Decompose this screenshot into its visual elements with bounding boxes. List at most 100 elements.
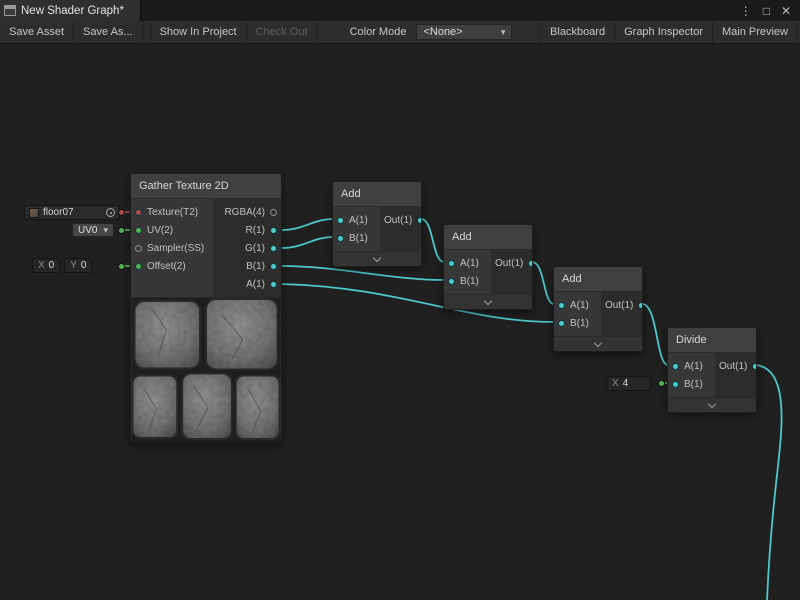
output-port-out[interactable] — [417, 217, 422, 224]
input-port-b[interactable] — [558, 320, 565, 327]
chevron-down-icon: ▾ — [103, 225, 108, 236]
chevron-down-icon — [708, 399, 716, 407]
node-collapse-control[interactable] — [333, 251, 421, 266]
node-title: Add — [554, 267, 642, 292]
node-title: Add — [333, 182, 421, 207]
port-label: B(1) — [460, 276, 479, 287]
wire-add2-to-add3 — [532, 262, 554, 304]
port-label: A(1) — [684, 361, 703, 372]
output-port-r[interactable] — [270, 227, 277, 234]
divide-b-x-field[interactable]: X 4 — [606, 376, 651, 391]
node-gather-texture-2d[interactable]: Gather Texture 2D Texture(T2) UV(2) Samp… — [130, 173, 282, 443]
port-label: B(1) — [349, 233, 368, 244]
input-port-a[interactable] — [672, 363, 679, 370]
node-add-2[interactable]: Add A(1) B(1) Out(1) — [443, 224, 533, 310]
port-label: Texture(T2) — [147, 207, 198, 218]
port-label: A(1) — [570, 300, 589, 311]
node-collapse-control[interactable] — [554, 336, 642, 351]
tab-title: New Shader Graph* — [21, 5, 124, 17]
chevron-down-icon — [594, 338, 602, 346]
port-label: Out(1) — [719, 361, 747, 372]
output-port-b[interactable] — [270, 263, 277, 270]
title-bar: New Shader Graph* ⋮ □ ✕ — [0, 0, 800, 21]
kebab-menu-icon[interactable]: ⋮ — [740, 4, 752, 18]
main-preview-toggle-button[interactable]: Main Preview — [712, 21, 798, 43]
wire-add3-to-divide — [642, 304, 668, 365]
toolbar: Save Asset Save As... Show In Project Ch… — [0, 21, 800, 44]
input-port-a[interactable] — [448, 260, 455, 267]
input-port-offset[interactable] — [135, 263, 142, 270]
port-label: R(1) — [246, 225, 265, 236]
wire-add1-to-add2 — [421, 219, 444, 262]
blackboard-toggle-button[interactable]: Blackboard — [540, 21, 614, 43]
tab-new-shader-graph[interactable]: New Shader Graph* — [0, 0, 141, 21]
color-mode-dropdown[interactable]: <None> ▾ — [416, 24, 512, 40]
wire-r-to-add1-a — [281, 219, 334, 230]
input-port-texture[interactable] — [135, 209, 142, 216]
maximize-icon[interactable]: □ — [763, 4, 770, 18]
port-label: RGBA(4) — [224, 207, 265, 218]
texture-object-field[interactable]: floor07 — [24, 205, 120, 220]
input-port-b[interactable] — [337, 235, 344, 242]
uv-channel-dropdown[interactable]: UV0 ▾ — [72, 223, 114, 237]
save-as-button[interactable]: Save As... — [74, 21, 143, 43]
object-picker-icon[interactable] — [106, 208, 115, 217]
port-label: G(1) — [245, 243, 265, 254]
close-icon[interactable]: ✕ — [781, 4, 791, 18]
port-label: A(1) — [246, 279, 265, 290]
input-port-a[interactable] — [337, 217, 344, 224]
input-port-uv[interactable] — [135, 227, 142, 234]
port-label: B(1) — [570, 318, 589, 329]
port-label: Out(1) — [384, 215, 412, 226]
port-label: A(1) — [460, 258, 479, 269]
save-asset-button[interactable]: Save Asset — [0, 21, 74, 43]
shader-graph-window: New Shader Graph* ⋮ □ ✕ Save Asset Save … — [0, 0, 800, 600]
offset-x-label: X — [38, 260, 45, 271]
input-port-b[interactable] — [672, 381, 679, 388]
port-label: B(1) — [246, 261, 265, 272]
show-in-project-button[interactable]: Show In Project — [150, 21, 247, 43]
input-port-a[interactable] — [558, 302, 565, 309]
divide-b-value: 4 — [623, 378, 645, 389]
output-port-out[interactable] — [528, 260, 533, 267]
color-mode-label: Color Mode — [318, 21, 415, 43]
uv-channel-value: UV0 — [78, 225, 97, 236]
node-add-3[interactable]: Add A(1) B(1) Out(1) — [553, 266, 643, 352]
divide-b-stub-port[interactable] — [658, 380, 665, 387]
port-label: UV(2) — [147, 225, 173, 236]
port-label: A(1) — [349, 215, 368, 226]
port-label: B(1) — [684, 379, 703, 390]
port-label: Offset(2) — [147, 261, 186, 272]
graph-inspector-toggle-button[interactable]: Graph Inspector — [614, 21, 712, 43]
texture-stub-port[interactable] — [118, 209, 125, 216]
node-divide[interactable]: Divide A(1) B(1) Out(1) — [667, 327, 757, 413]
uv-stub-port[interactable] — [118, 227, 125, 234]
input-port-sampler[interactable] — [135, 245, 142, 252]
texture-name: floor07 — [43, 207, 102, 218]
port-label: Out(1) — [605, 300, 633, 311]
node-title: Add — [444, 225, 532, 250]
offset-x-value: 0 — [49, 260, 55, 271]
node-collapse-control[interactable] — [444, 294, 532, 309]
toolbar-spacer — [518, 21, 540, 43]
offset-y-field[interactable]: Y 0 — [64, 258, 92, 273]
texture-thumbnail — [29, 208, 39, 218]
node-preview-texture — [131, 297, 281, 442]
output-port-rgba[interactable] — [270, 209, 277, 216]
output-port-a[interactable] — [270, 281, 277, 288]
offset-vector2-field: X 0 Y 0 — [32, 258, 92, 273]
node-add-1[interactable]: Add A(1) B(1) Out(1) — [332, 181, 422, 267]
output-port-out[interactable] — [638, 302, 643, 309]
output-port-out[interactable] — [752, 363, 757, 370]
chevron-down-icon — [373, 253, 381, 261]
divide-b-field: X 4 — [606, 376, 651, 391]
output-port-g[interactable] — [270, 245, 277, 252]
port-label: Out(1) — [495, 258, 523, 269]
offset-x-field[interactable]: X 0 — [32, 258, 60, 273]
port-label: Sampler(SS) — [147, 243, 204, 254]
node-title: Gather Texture 2D — [131, 174, 281, 199]
shader-graph-icon — [4, 5, 16, 16]
node-collapse-control[interactable] — [668, 397, 756, 412]
input-port-b[interactable] — [448, 278, 455, 285]
offset-stub-port[interactable] — [118, 263, 125, 270]
